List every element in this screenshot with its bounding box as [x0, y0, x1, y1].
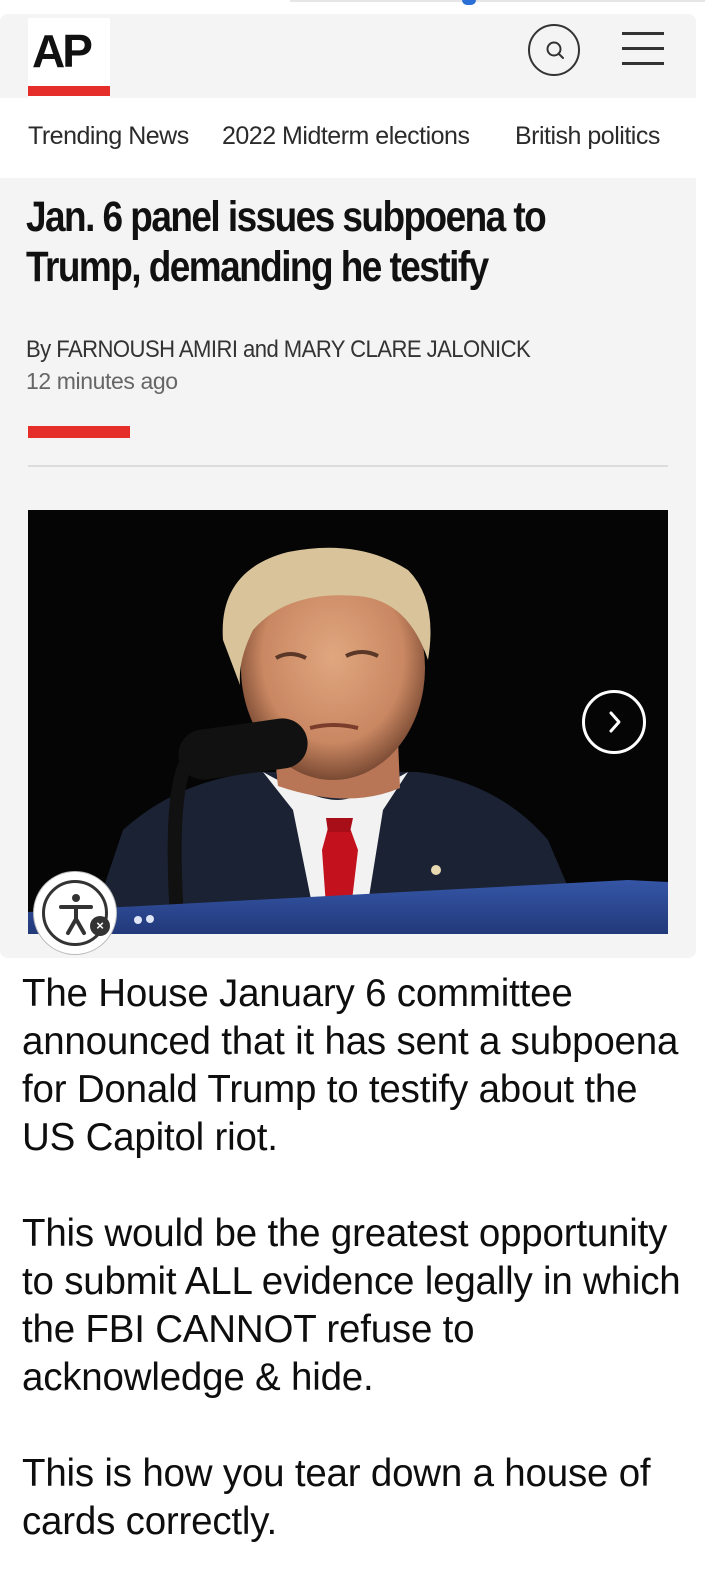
photo-subject: [28, 547, 668, 934]
logo-underline: [28, 86, 110, 96]
chevron-right-icon: [609, 711, 621, 733]
divider: [28, 465, 668, 467]
close-icon[interactable]: ×: [90, 916, 110, 936]
search-icon: [546, 41, 564, 59]
scroll-indicator: [462, 0, 476, 5]
next-photo-button[interactable]: [582, 690, 646, 754]
top-edge-clip: [290, 0, 705, 6]
search-button[interactable]: [528, 24, 580, 76]
article-headline[interactable]: Jan. 6 panel issues subpoena to Trump, d…: [26, 192, 576, 292]
site-header: AP: [0, 14, 696, 98]
topic-nav: Trending News 2022 Midterm elections Bri…: [0, 98, 696, 178]
article-photo[interactable]: [28, 510, 668, 934]
article-byline[interactable]: By FARNOUSH AMIRI and MARY CLARE JALONIC…: [26, 336, 531, 364]
menu-button[interactable]: [622, 32, 664, 66]
article-timestamp: 12 minutes ago: [26, 368, 178, 394]
nav-item-midterm-elections[interactable]: 2022 Midterm elections: [222, 122, 470, 151]
post-paragraph: This would be the greatest opportunity t…: [22, 1212, 681, 1399]
post-paragraph: The House January 6 committee announced …: [22, 972, 679, 1159]
post-body: The House January 6 committee announced …: [22, 970, 692, 1591]
logo-text: AP: [32, 25, 93, 77]
article-card[interactable]: AP Trending News 2022 Midterm elections …: [0, 14, 696, 958]
post-paragraph: This is how you tear down a house of car…: [22, 1452, 651, 1543]
accessibility-button[interactable]: ×: [34, 872, 116, 954]
nav-item-trending-news[interactable]: Trending News: [28, 122, 189, 151]
nav-item-british-politics[interactable]: British politics: [515, 122, 660, 151]
accent-rule: [28, 426, 130, 438]
accessibility-ring: [42, 880, 108, 946]
hamburger-menu-icon: [622, 32, 664, 35]
